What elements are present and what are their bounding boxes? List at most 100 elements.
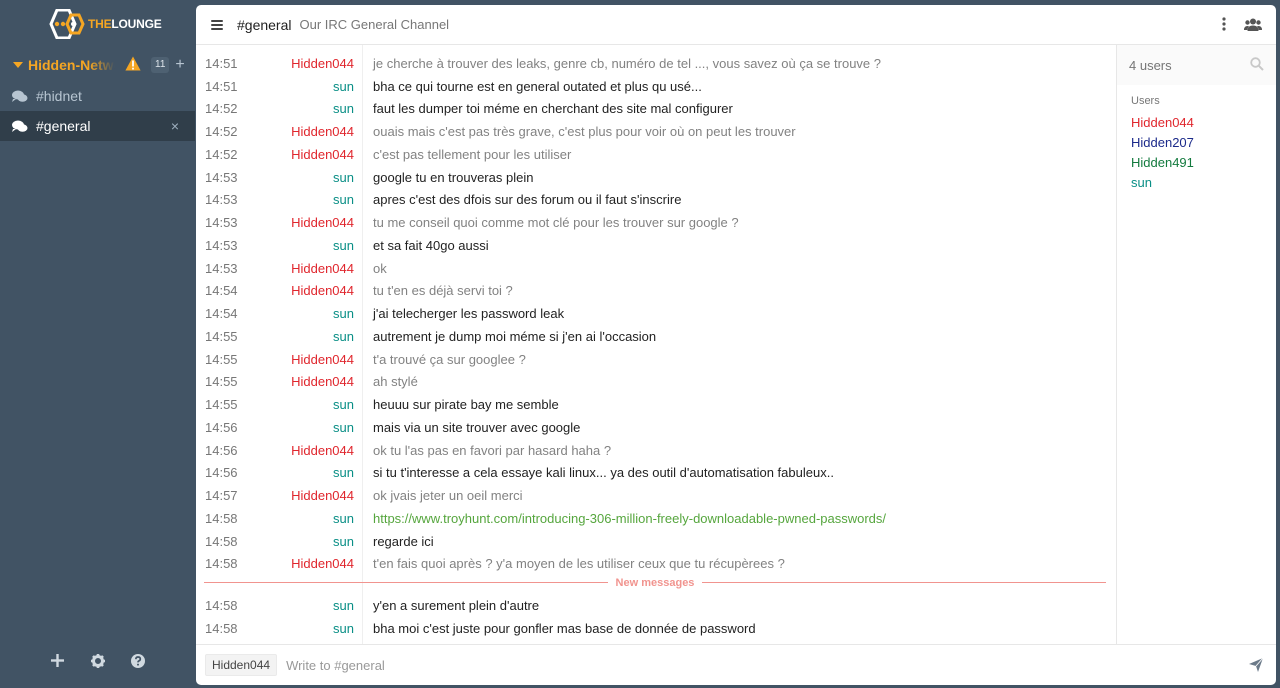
message-nick[interactable]: sun [204,329,354,344]
message-row: 14:55 sun autrement je dump moi méme si j'… [204,325,1116,348]
message-text: t'en fais quoi après ? y'a moyen de les … [373,556,785,572]
message-row: 14:55 Hidden044 t'a trouvé ça sur googlee … [204,348,1116,371]
message-text: google tu en trouveras plein [373,169,534,185]
warning-icon [125,56,141,74]
message-text: apres c'est des dfois sur des forum ou i… [373,192,682,208]
message-row: 14:53 sun apres c'est des dfois sur des fo… [204,189,1116,212]
message-row: 14:55 Hidden044 ah stylé [204,371,1116,394]
message-nick[interactable]: sun [204,170,354,185]
channel-title: #general [237,16,292,33]
message-row: 14:51 Hidden044 je cherche à trouver des l… [204,52,1116,75]
send-icon[interactable] [1249,657,1264,675]
app-logo-text: THELOUNGE [88,17,162,31]
message-nick[interactable]: Hidden044 [204,488,354,503]
users-icon[interactable] [1244,18,1262,34]
sidebar-footer [0,654,195,674]
user-group-label: Users [1131,95,1160,107]
app-logo[interactable]: THELOUNGE [43,9,162,39]
message-nick[interactable]: sun [204,79,354,94]
message-row: 14:55 sun heuuu sur pirate bay me semble [204,393,1116,416]
nick-button[interactable]: Hidden044 [205,654,278,676]
user-list-item[interactable]: Hidden491 [1131,153,1276,173]
message-row: 14:54 Hidden044 tu t'en es déjà servi toi … [204,280,1116,303]
message-row: 14:51 sun bha ce qui tourne est en general… [204,75,1116,98]
channel-name: #hidnet [36,88,82,104]
message-row: 14:58 sun bha moi c'est juste pour gonfler… [204,617,1116,640]
user-search[interactable] [1117,45,1276,85]
user-list-item[interactable]: Hidden207 [1131,133,1276,153]
message-row: 14:56 sun si tu t'interesse a cela essaye … [204,462,1116,485]
message-nick[interactable]: Hidden044 [204,443,354,458]
message-nick[interactable]: Hidden044 [204,352,354,367]
message-nick[interactable]: sun [204,238,354,253]
message-text: ok tu l'as pas en favori par hasard haha… [373,442,612,458]
message-nick[interactable]: sun [204,598,354,613]
collapse-caret-icon[interactable] [13,62,23,68]
message-nick[interactable]: sun [204,101,354,116]
message-nick[interactable]: sun [204,306,354,321]
message-nick[interactable]: Hidden044 [204,215,354,230]
message-nick[interactable]: Hidden044 [204,124,354,139]
message-list: 14:51 Hidden044 je cherche à trouver des l… [196,45,1116,644]
sidebar: THELOUNGE Hidden-Network 11 + #hidnet #g… [0,0,195,688]
channel-name: #general [36,118,91,134]
user-list-item[interactable]: Hidden044 [1131,113,1276,133]
message-nick[interactable]: sun [204,420,354,435]
unread-badge: 11 [151,57,170,73]
message-text: ouais mais c'est pas très grave, c'est p… [373,124,796,140]
user-search-input[interactable] [1129,57,1239,73]
message-row: 14:58 sun y'en a surement plein d'autre [204,594,1116,617]
message-nick[interactable]: Hidden044 [204,283,354,298]
message-nick[interactable]: Hidden044 [204,261,354,276]
channel-topic: Our IRC General Channel [299,17,450,32]
close-channel-button[interactable]: × [171,119,179,133]
join-channel-button[interactable]: + [175,57,184,73]
message-nick[interactable]: sun [204,511,354,526]
channel-header: #general Our IRC General Channel [196,5,1276,45]
message-text: autrement je dump moi méme si j'en ai l'… [373,328,657,344]
message-text: ok jvais jeter un oeil merci [373,488,523,504]
message-nick[interactable]: sun [204,397,354,412]
network-name[interactable]: Hidden-Network [28,57,115,73]
message-nick[interactable]: sun [204,465,354,480]
message-row: 14:56 Hidden044 ok tu l'as pas en favori p… [204,439,1116,462]
message-row: 14:52 Hidden044 c'est pas tellement pour l… [204,143,1116,166]
message-text: c'est pas tellement pour les utiliser [373,146,572,162]
channel-item-general[interactable]: #general × [0,111,195,141]
message-text: tu t'en es déjà servi toi ? [373,283,513,299]
menu-icon[interactable] [211,19,223,30]
chat-bubbles-icon [12,90,28,102]
message-text: ok [373,260,387,276]
message-row: 14:52 sun faut les dumper toi méme en cher… [204,98,1116,121]
message-row: 14:58 sun https://www.troyhunt.com/introdu… [204,507,1116,530]
message-nick[interactable]: Hidden044 [204,374,354,389]
message-nick[interactable]: sun [204,621,354,636]
user-list-item[interactable]: sun [1131,173,1276,193]
add-network-button[interactable] [51,654,64,670]
message-nick[interactable]: sun [204,192,354,207]
settings-button[interactable] [91,654,105,671]
message-text: regarde ici [373,533,434,549]
message-input[interactable] [286,657,1187,673]
message-link[interactable]: https://www.troyhunt.com/introducing-306… [373,511,886,526]
message-text: mais via un site trouver avec google [373,419,581,435]
message-text: si tu t'interesse a cela essaye kali lin… [373,465,834,481]
message-nick[interactable]: Hidden044 [204,56,354,71]
message-row: 14:53 sun et sa fait 40go aussi [204,234,1116,257]
help-icon [131,654,145,668]
channel-item-hidnet[interactable]: #hidnet [0,81,195,111]
network-row[interactable]: Hidden-Network 11 + [0,52,195,78]
message-row: 14:53 Hidden044 ok [204,257,1116,280]
message-row: 14:53 sun google tu en trouveras plein [204,166,1116,189]
chat-bubbles-icon [12,120,28,132]
more-options-icon[interactable] [1222,17,1226,34]
help-button[interactable] [131,654,145,671]
message-row: 14:58 sun regarde ici [204,530,1116,553]
lounge-logo-icon [49,9,85,39]
message-nick[interactable]: sun [204,534,354,549]
message-text: faut les dumper toi méme en cherchant de… [373,101,733,117]
message-nick[interactable]: Hidden044 [204,147,354,162]
message-nick[interactable]: Hidden044 [204,556,354,571]
search-icon [1250,57,1264,74]
message-text: bha ce qui tourne est en general outated… [373,78,702,94]
